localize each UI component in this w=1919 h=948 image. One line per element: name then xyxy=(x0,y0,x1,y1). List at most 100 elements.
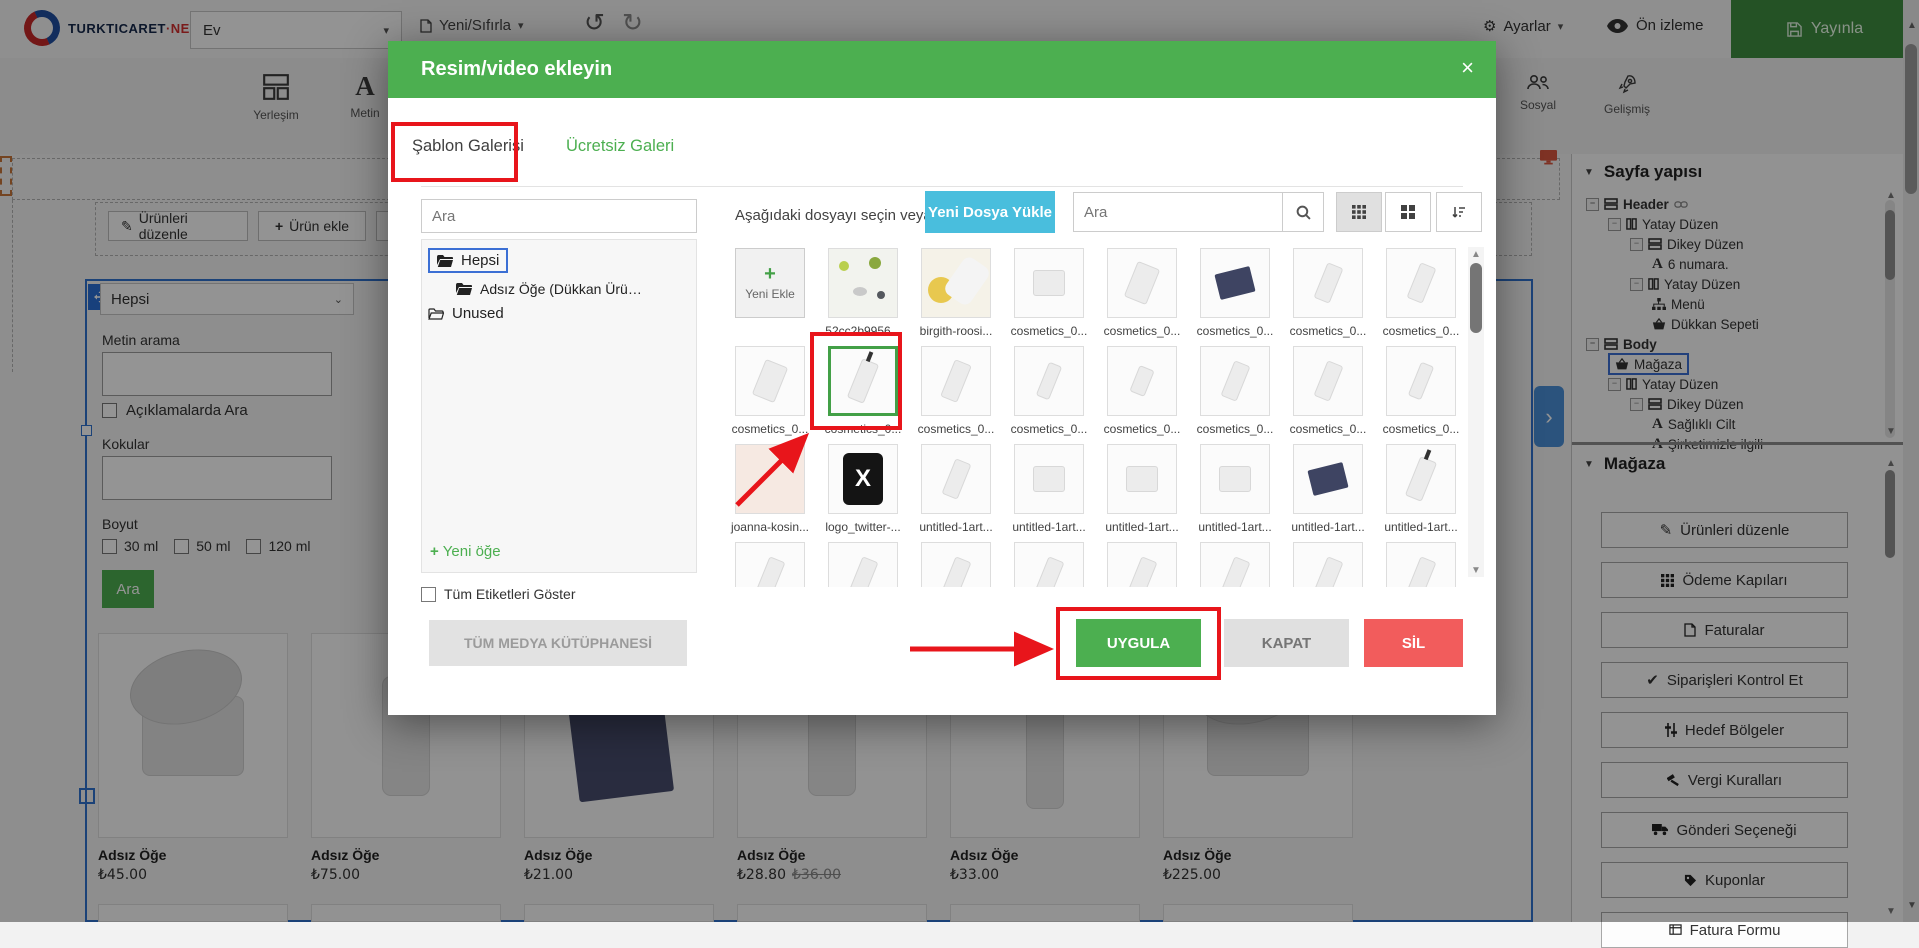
gallery-item[interactable]: cosmetics_0... xyxy=(1014,248,1084,346)
gallery-item-label: untitled-1art... xyxy=(1189,520,1281,534)
gallery-thumbnail[interactable] xyxy=(1386,444,1456,514)
gallery-item-label: cosmetics_0... xyxy=(730,422,816,436)
gallery-thumbnail[interactable] xyxy=(735,444,805,514)
folder-item[interactable]: Unused xyxy=(428,305,696,322)
gallery-item-label: untitled-1art... xyxy=(910,520,1002,534)
gallery-item[interactable]: joanna-kosin... xyxy=(735,444,805,542)
gallery-item[interactable] xyxy=(735,542,805,587)
gallery-item[interactable]: cosmetics_0... xyxy=(1014,346,1084,444)
scroll-up-icon[interactable]: ▲ xyxy=(1471,249,1481,260)
media-library-button[interactable]: TÜM MEDYA KÜTÜPHANESİ xyxy=(429,620,687,666)
checkbox[interactable] xyxy=(421,587,436,602)
gallery-thumbnail[interactable] xyxy=(1200,444,1270,514)
media-picker-modal: Resim/video ekleyin × Şablon Galerisi Üc… xyxy=(388,41,1496,715)
new-folder-item-button[interactable]: + Yeni öğe xyxy=(430,543,501,560)
show-all-tags-label: Tüm Etiketleri Göster xyxy=(444,586,575,602)
folder-label: Unused xyxy=(452,305,504,322)
gallery-thumbnail[interactable] xyxy=(921,542,991,587)
gallery-thumbnail[interactable]: X xyxy=(828,444,898,514)
gallery-item[interactable]: untitled-1art... xyxy=(1200,444,1270,542)
gallery-thumbnail[interactable] xyxy=(828,542,898,587)
gallery-item[interactable]: untitled-1art... xyxy=(1014,444,1084,542)
show-all-tags[interactable]: Tüm Etiketleri Göster xyxy=(421,586,575,602)
sort-toggle[interactable] xyxy=(1436,192,1482,232)
gallery-item[interactable]: cosmetics_0... xyxy=(921,346,991,444)
add-new-file-tile[interactable]: +Yeni Ekle xyxy=(735,248,805,346)
gallery-item[interactable]: untitled-1art... xyxy=(1386,444,1456,542)
gallery-thumbnail[interactable] xyxy=(1014,444,1084,514)
gallery-thumbnail[interactable] xyxy=(1386,346,1456,416)
gallery-thumbnail[interactable] xyxy=(1293,248,1363,318)
gallery-thumbnail[interactable] xyxy=(1293,346,1363,416)
gallery-item-label: cosmetics_0... xyxy=(1375,422,1461,436)
gallery-thumbnail[interactable] xyxy=(1107,346,1177,416)
gallery-thumbnail[interactable] xyxy=(1014,248,1084,318)
close-button[interactable]: KAPAT xyxy=(1224,619,1349,667)
add-new-file-tile-inner[interactable]: +Yeni Ekle xyxy=(735,248,805,318)
thumb-shape xyxy=(1220,556,1250,587)
gallery-thumbnail[interactable] xyxy=(1386,248,1456,318)
gallery-item[interactable]: cosmetics_0... xyxy=(735,346,805,444)
gallery-item[interactable]: cosmetics_0... xyxy=(1107,346,1177,444)
gallery-thumbnail[interactable] xyxy=(735,542,805,587)
gallery-item[interactable] xyxy=(1107,542,1177,587)
gallery-item[interactable] xyxy=(921,542,991,587)
gallery-item[interactable]: cosmetics_0... xyxy=(1200,346,1270,444)
gallery-thumbnail[interactable] xyxy=(735,346,805,416)
gallery-item[interactable] xyxy=(828,542,898,587)
gallery-item[interactable]: untitled-1art... xyxy=(1107,444,1177,542)
thumb-shape xyxy=(1408,362,1434,401)
scroll-down-icon[interactable]: ▼ xyxy=(1471,565,1481,576)
thumb-shape xyxy=(1036,362,1062,401)
gallery-item[interactable] xyxy=(1293,542,1363,587)
gallery-item[interactable]: cosmetics_0... xyxy=(1386,346,1456,444)
thumb-shape xyxy=(1220,360,1250,402)
view-modules-toggle[interactable] xyxy=(1385,192,1431,232)
close-icon[interactable]: × xyxy=(1461,55,1474,81)
delete-button[interactable]: SİL xyxy=(1364,619,1463,667)
delete-label: SİL xyxy=(1402,635,1425,652)
gallery-thumbnail[interactable] xyxy=(1293,542,1363,587)
folder-item[interactable]: Hepsi xyxy=(428,248,696,273)
thumb-shape xyxy=(1033,270,1065,296)
search-icon[interactable] xyxy=(1282,192,1324,232)
view-grid-toggle[interactable] xyxy=(1336,192,1382,232)
tab-free-gallery[interactable]: Ücretsiz Galeri xyxy=(566,137,674,156)
gallery-item[interactable]: cosmetics_0... xyxy=(1293,248,1363,346)
gallery-item-label: cosmetics_0... xyxy=(1282,422,1374,436)
thumb-shape xyxy=(752,359,788,403)
gallery-thumbnail[interactable] xyxy=(1200,542,1270,587)
gallery-item[interactable]: untitled-1art... xyxy=(1293,444,1363,542)
gallery-thumbnail[interactable] xyxy=(1107,542,1177,587)
gallery-item[interactable]: cosmetics_0... xyxy=(1386,248,1456,346)
gallery-thumbnail[interactable] xyxy=(1014,542,1084,587)
selected-folder[interactable]: Hepsi xyxy=(428,248,508,273)
gallery-thumbnail[interactable] xyxy=(921,444,991,514)
gallery-thumbnail[interactable] xyxy=(1200,248,1270,318)
gallery-item[interactable]: untitled-1art... xyxy=(921,444,991,542)
gallery-item[interactable]: cosmetics_0... xyxy=(1107,248,1177,346)
gallery-item[interactable] xyxy=(1014,542,1084,587)
gallery-item[interactable]: cosmetics_0... xyxy=(1293,346,1363,444)
gallery-item[interactable]: cosmetics_0... xyxy=(1200,248,1270,346)
thumb-shape xyxy=(1124,261,1160,305)
upload-new-file-button[interactable]: Yeni Dosya Yükle xyxy=(925,191,1055,233)
gallery-thumbnail[interactable] xyxy=(1014,346,1084,416)
gallery-thumbnail[interactable] xyxy=(1107,248,1177,318)
gallery-thumbnail[interactable] xyxy=(1293,444,1363,514)
gallery-item[interactable] xyxy=(1200,542,1270,587)
gallery-item[interactable]: birgith-roosi... xyxy=(921,248,991,346)
gallery-thumbnail[interactable] xyxy=(1200,346,1270,416)
gallery-thumbnail[interactable] xyxy=(921,248,991,318)
gallery-item[interactable] xyxy=(1386,542,1456,587)
grid-scrollbar[interactable]: ▲ ▼ xyxy=(1468,247,1484,577)
grid-scrollbar-thumb[interactable] xyxy=(1470,263,1482,333)
folder-search-input[interactable] xyxy=(421,199,697,233)
gallery-thumbnail[interactable] xyxy=(1386,542,1456,587)
gallery-item[interactable]: Xlogo_twitter-... xyxy=(828,444,898,542)
gallery-search-input[interactable] xyxy=(1073,192,1283,232)
gallery-thumbnail[interactable] xyxy=(921,346,991,416)
gallery-thumbnail[interactable] xyxy=(828,248,898,318)
gallery-thumbnail[interactable] xyxy=(1107,444,1177,514)
folder-item[interactable]: Adsız Öğe (Dükkan Ürü… xyxy=(456,281,696,297)
